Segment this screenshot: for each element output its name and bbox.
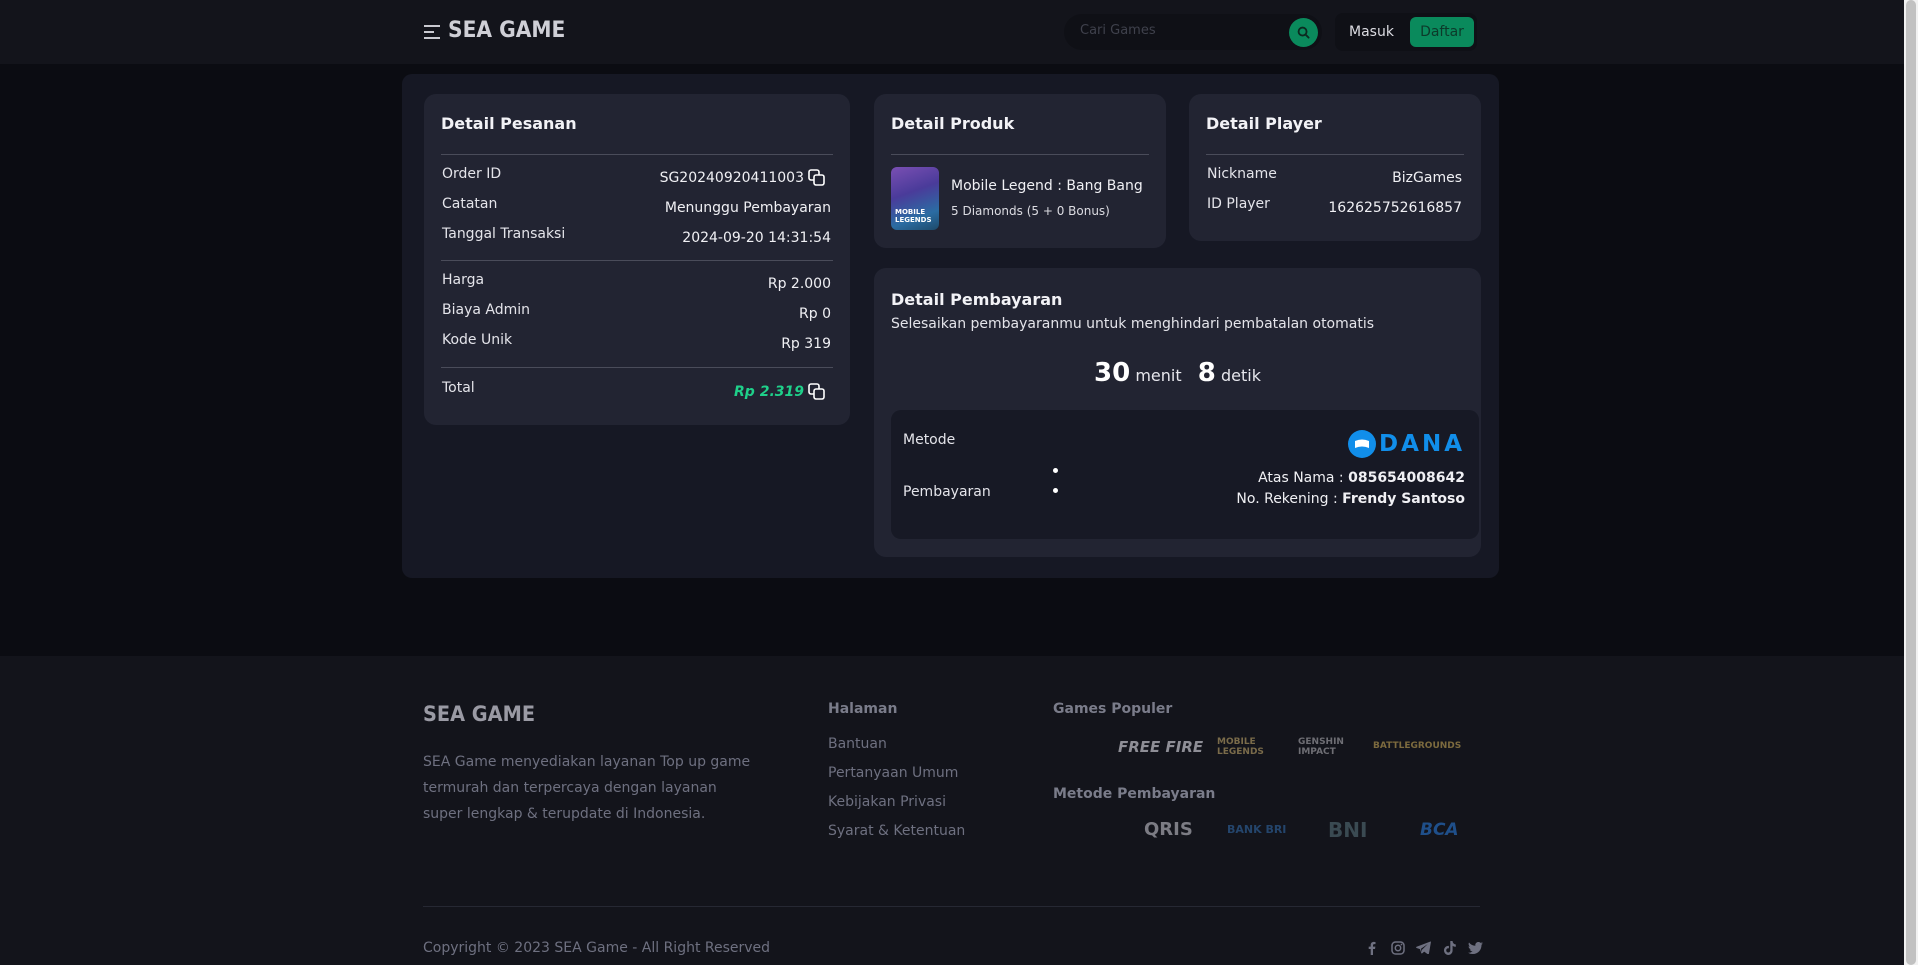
divider xyxy=(891,154,1149,155)
payment-label: Pembayaran xyxy=(903,484,991,500)
divider xyxy=(441,367,833,368)
dana-logo-text: DANA xyxy=(1379,431,1465,457)
search-input[interactable] xyxy=(1080,23,1270,38)
dana-icon xyxy=(1348,430,1377,458)
twitter-icon[interactable] xyxy=(1467,939,1484,956)
auth-buttons: Masuk Daftar xyxy=(1335,13,1477,51)
bca-logo[interactable]: BCA xyxy=(1420,820,1459,840)
date-label: Tanggal Transaksi xyxy=(442,226,566,242)
account-number-value: Frendy Santoso xyxy=(1342,491,1465,507)
product-detail-card: Detail Produk MOBILE LEGENDS Mobile Lege… xyxy=(874,94,1166,248)
player-detail-title: Detail Player xyxy=(1206,114,1322,133)
player-id-label: ID Player xyxy=(1207,196,1270,212)
mobile-legends-logo[interactable]: MOBILE LEGENDS xyxy=(1217,737,1279,757)
copy-order-id-icon[interactable] xyxy=(808,169,826,187)
price-value: Rp 2.000 xyxy=(767,276,831,292)
instagram-icon[interactable] xyxy=(1389,939,1406,956)
footer-link-faq[interactable]: Pertanyaan Umum xyxy=(828,765,958,781)
account-number-label: No. Rekening : xyxy=(1236,491,1343,507)
divider xyxy=(441,154,833,155)
unique-code-value: Rp 319 xyxy=(781,336,831,352)
nickname-label: Nickname xyxy=(1207,166,1277,182)
footer-logo[interactable]: SEA GAME xyxy=(423,702,535,726)
divider xyxy=(1206,154,1464,155)
site-logo[interactable]: SEA GAME xyxy=(448,18,565,43)
product-name: Mobile Legend : Bang Bang xyxy=(951,178,1143,194)
unique-code-label: Kode Unik xyxy=(442,332,513,348)
order-detail-card: Detail Pesanan Order ID SG20240920411003… xyxy=(424,94,850,425)
facebook-icon[interactable] xyxy=(1363,939,1380,956)
payment-detail-title: Detail Pembayaran xyxy=(891,290,1063,309)
account-number-row: No. Rekening : Frendy Santoso xyxy=(1236,491,1465,507)
countdown-minutes-unit: menit xyxy=(1135,366,1182,385)
price-label: Harga xyxy=(442,272,485,288)
note-value: Menunggu Pembayaran xyxy=(664,200,831,216)
divider xyxy=(441,260,833,261)
countdown-seconds-unit: detik xyxy=(1220,366,1261,385)
product-detail-title: Detail Produk xyxy=(891,114,1015,133)
order-detail-title: Detail Pesanan xyxy=(441,114,577,133)
countdown-minutes: 30 xyxy=(1094,358,1131,388)
telegram-icon[interactable] xyxy=(1415,939,1432,956)
hamburger-menu-icon[interactable] xyxy=(424,25,440,39)
qris-logo[interactable]: QRIS xyxy=(1144,819,1193,840)
dana-logo: DANA xyxy=(1348,430,1465,458)
scrollbar-thumb[interactable] xyxy=(1906,0,1916,965)
search-icon xyxy=(1297,26,1310,39)
top-navbar: SEA GAME Masuk Daftar xyxy=(0,0,1904,64)
register-button[interactable]: Daftar xyxy=(1410,17,1474,47)
social-links xyxy=(1363,939,1484,956)
search-button[interactable] xyxy=(1289,18,1318,47)
transaction-container: Detail Pesanan Order ID SG20240920411003… xyxy=(402,74,1499,578)
tiktok-icon[interactable] xyxy=(1441,939,1458,956)
product-item: 5 Diamonds (5 + 0 Bonus) xyxy=(951,204,1110,218)
copy-total-icon[interactable] xyxy=(808,383,826,401)
payment-method-box: Metode DANA Pembayaran Atas Nama : 08565… xyxy=(891,410,1479,539)
nickname-value: BizGames xyxy=(1392,170,1462,186)
payment-detail-card: Detail Pembayaran Selesaikan pembayaranm… xyxy=(874,268,1481,557)
admin-fee-label: Biaya Admin xyxy=(442,302,531,318)
note-label: Catatan xyxy=(442,196,498,212)
footer-description: SEA Game menyediakan layanan Top up game… xyxy=(423,754,751,822)
method-label: Metode xyxy=(903,432,956,448)
account-name-label: Atas Nama : xyxy=(1258,470,1349,486)
footer-link-privacy[interactable]: Kebijakan Privasi xyxy=(828,794,946,810)
copyright-text: Copyright © 2023 SEA Game - All Right Re… xyxy=(423,940,771,956)
total-value: Rp 2.319 xyxy=(734,384,804,400)
footer-payments-title: Metode Pembayaran xyxy=(1053,786,1216,802)
footer-link-bantuan[interactable]: Bantuan xyxy=(828,736,887,752)
footer-games-title: Games Populer xyxy=(1053,701,1173,717)
login-button[interactable]: Masuk xyxy=(1343,18,1400,46)
payment-countdown: 30 menit 8 detik xyxy=(874,358,1481,388)
footer: SEA GAME SEA Game menyediakan layanan To… xyxy=(0,656,1904,965)
footer-divider xyxy=(423,906,1480,907)
genshin-impact-logo[interactable]: GENSHIN IMPACT xyxy=(1298,737,1354,757)
order-id-value: SG20240920411003 xyxy=(659,170,804,186)
footer-link-terms[interactable]: Syarat & Ketentuan xyxy=(828,823,965,839)
free-fire-logo[interactable]: FREE FIRE xyxy=(1118,738,1203,756)
footer-pages-title: Halaman xyxy=(828,701,898,717)
search-bar xyxy=(1064,14,1322,50)
bank-bri-logo[interactable]: BANK BRI xyxy=(1227,823,1286,836)
battlegrounds-logo[interactable]: BATTLEGROUNDS xyxy=(1373,741,1461,751)
payment-subtitle: Selesaikan pembayaranmu untuk menghindar… xyxy=(891,316,1375,332)
order-id-label: Order ID xyxy=(442,166,502,182)
account-name-value: 085654008642 xyxy=(1348,470,1465,486)
player-detail-card: Detail Player Nickname BizGames ID Playe… xyxy=(1189,94,1481,241)
payment-bullets xyxy=(1053,468,1058,508)
product-thumbnail-text: MOBILE LEGENDS xyxy=(895,208,932,224)
product-thumbnail: MOBILE LEGENDS xyxy=(891,167,939,230)
account-name-row: Atas Nama : 085654008642 xyxy=(1258,470,1465,486)
admin-fee-value: Rp 0 xyxy=(799,306,831,322)
bni-logo[interactable]: BNI xyxy=(1328,818,1367,842)
total-label: Total xyxy=(442,380,475,396)
player-id-value: 162625752616857 xyxy=(1328,200,1462,216)
date-value: 2024-09-20 14:31:54 xyxy=(682,230,831,246)
countdown-seconds: 8 xyxy=(1197,358,1216,388)
